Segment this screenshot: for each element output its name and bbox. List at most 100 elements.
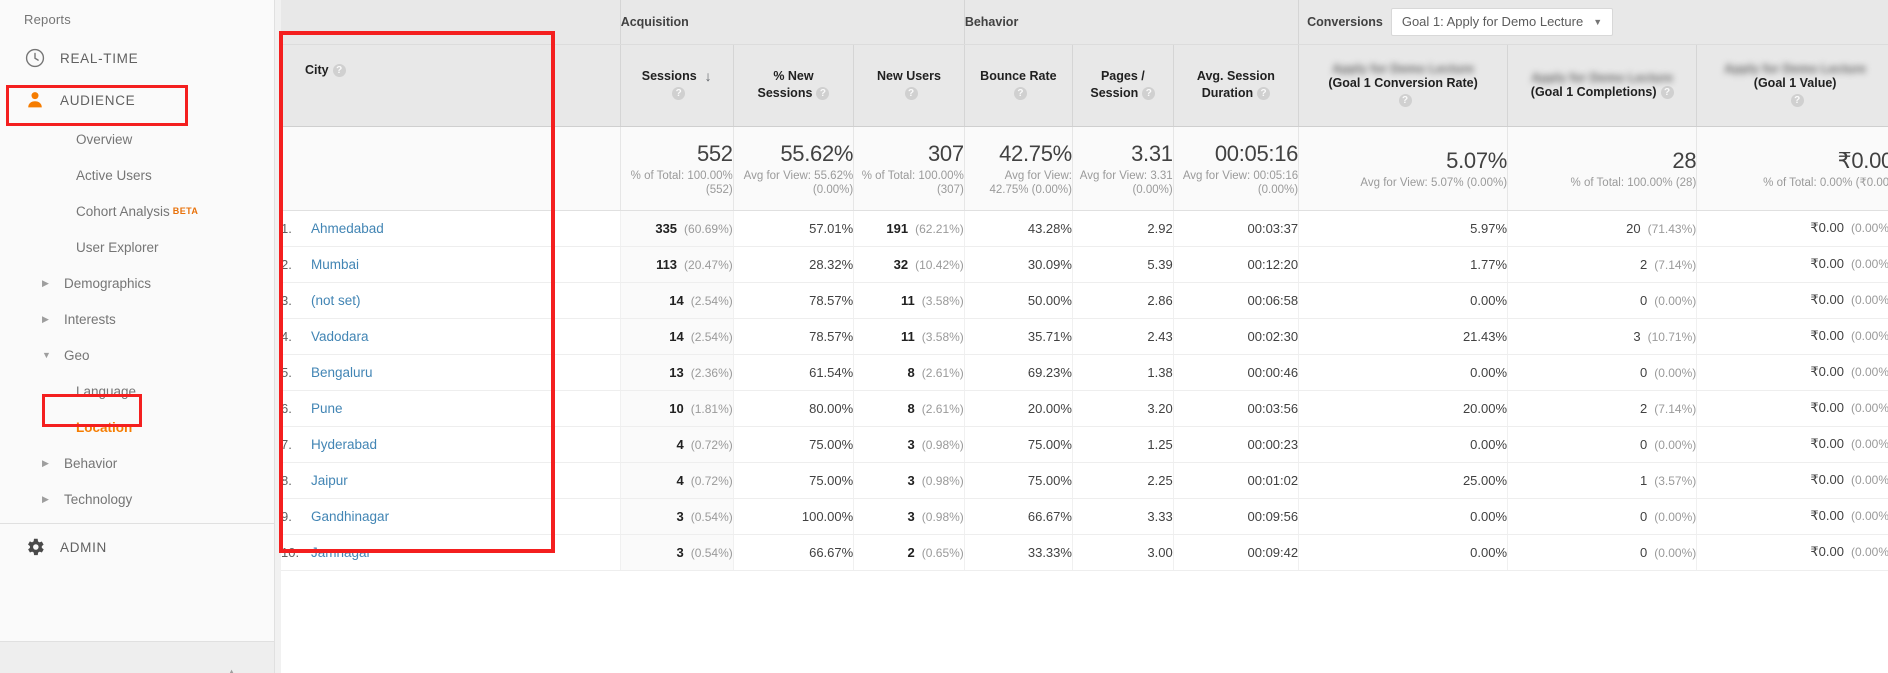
sidebar-item-location[interactable]: Location (0, 409, 274, 445)
summary-sub-pct-new-sessions: Avg for View: 55.62% (0.00%) (743, 169, 854, 196)
summary-sessions: 552 % of Total: 100.00% (552) (620, 126, 734, 211)
sidebar-item-admin[interactable]: ADMIN (0, 524, 274, 570)
table-scroll-gutter[interactable] (275, 0, 281, 673)
sidebar-item-language[interactable]: Language (0, 373, 274, 409)
row-rank: 7. (281, 436, 292, 452)
help-icon[interactable]: ? (1257, 87, 1271, 101)
summary-avg-session-duration: 00:05:16 Avg for View: 00:05:16 (0.00%) (1173, 126, 1300, 211)
table-row[interactable]: 7. Hyderabad 4 (0.72%) 75.00% 3 (0.98%) 75.00% 1… (281, 426, 1888, 463)
chevron-right-icon[interactable]: ▶ (42, 314, 64, 324)
help-icon[interactable]: ? (672, 87, 686, 101)
city-link[interactable]: Mumbai (311, 257, 359, 272)
chevron-right-icon[interactable]: ▶ (42, 278, 64, 288)
help-icon[interactable]: ? (1660, 85, 1674, 99)
sidebar-item-label-audience: AUDIENCE (60, 92, 136, 108)
sidebar-item-demographics[interactable]: ▶ Demographics (0, 265, 274, 301)
cell-goal-completions: 0 (0.00%) (1507, 534, 1698, 571)
cell-pct-new-sessions: 61.54% (733, 354, 855, 391)
city-link[interactable]: Hyderabad (311, 437, 377, 452)
column-header-goal-conversion-rate[interactable]: Apply for Demo Lecture (Goal 1 Conversio… (1298, 44, 1509, 127)
city-link[interactable]: Ahmedabad (311, 221, 384, 236)
sidebar-item-active-users[interactable]: Active Users (0, 157, 274, 193)
cell-new-users: 3 (0.98%) (853, 498, 965, 535)
group-header-behavior: Behavior (964, 0, 1300, 45)
sidebar-item-real-time[interactable]: REAL-TIME (0, 37, 274, 79)
city-link[interactable]: Vadodara (311, 329, 369, 344)
sidebar-item-interests[interactable]: ▶ Interests (0, 301, 274, 337)
sidebar-item-user-explorer[interactable]: User Explorer (0, 229, 274, 265)
column-header-avg-session-duration[interactable]: Avg. Session Duration? (1173, 44, 1300, 127)
analytics-report-page: Reports REAL-TIME AUDIENCE Overview Acti… (0, 0, 1888, 673)
table-row[interactable]: 1. Ahmedabad 335 (60.69%) 57.01% 191 (62.21%) 4… (281, 210, 1888, 247)
table-row[interactable]: 8. Jaipur 4 (0.72%) 75.00% 3 (0.98%) 75.00% 2.25… (281, 462, 1888, 499)
sort-descending-icon[interactable]: ↓ (705, 68, 712, 85)
cell-bounce-rate: 66.67% (964, 498, 1073, 535)
column-header-pct-new-sessions[interactable]: % New Sessions? (733, 44, 855, 127)
chevron-down-icon[interactable]: ▼ (42, 350, 64, 360)
cell-bounce-rate: 35.71% (964, 318, 1073, 355)
column-header-new-users[interactable]: New Users ? (853, 44, 965, 127)
summary-value-pages-per-session: 3.31 (1131, 140, 1173, 166)
summary-goal-value: ₹0.00 % of Total: 0.00% (₹0.00) (1696, 126, 1888, 211)
city-link[interactable]: Gandhinagar (311, 509, 389, 524)
column-header-goal-value[interactable]: Apply for Demo Lecture (Goal 1 Value) ? (1696, 44, 1888, 127)
help-icon[interactable]: ? (1142, 87, 1156, 101)
table-row[interactable]: 4. Vadodara 14 (2.54%) 78.57% 11 (3.58%) 35.71%… (281, 318, 1888, 355)
help-icon[interactable]: ? (904, 87, 918, 101)
help-icon[interactable]: ? (816, 87, 830, 101)
chevron-up-icon[interactable]: ▲ (226, 667, 237, 673)
city-link[interactable]: Bengaluru (311, 365, 373, 380)
sidebar-item-overview[interactable]: Overview (0, 121, 274, 157)
column-header-city[interactable]: City? (281, 44, 621, 127)
goal-selector-value: Goal 1: Apply for Demo Lecture (1401, 14, 1584, 30)
summary-value-goal-conversion-rate: 5.07% (1446, 147, 1508, 173)
city-link[interactable]: Jaipur (311, 473, 348, 488)
column-header-pages-per-session[interactable]: Pages / Session? (1072, 44, 1174, 127)
cell-goal-conversion-rate: 0.00% (1298, 354, 1509, 391)
table-row[interactable]: 5. Bengaluru 13 (2.36%) 61.54% 8 (2.61%) 69.23%… (281, 354, 1888, 391)
column-header-goal-completions[interactable]: Apply for Demo Lecture (Goal 1 Completio… (1507, 44, 1698, 127)
row-rank: 9. (281, 508, 292, 524)
cell-bounce-rate: 75.00% (964, 462, 1073, 499)
column-header-sessions[interactable]: Sessions ↓ ? (620, 44, 734, 127)
cell-goal-value: ₹0.00(0.00%) (1696, 318, 1888, 355)
sidebar-item-label-cohort-analysis: Cohort Analysis (76, 203, 170, 219)
help-icon[interactable]: ? (1790, 94, 1804, 108)
sidebar-item-behavior[interactable]: ▶ Behavior (0, 445, 274, 481)
city-link[interactable]: Jamnagar (311, 545, 371, 560)
cell-bounce-rate: 33.33% (964, 534, 1073, 571)
summary-goal-conversion-rate: 5.07% Avg for View: 5.07% (0.00%) (1298, 126, 1509, 211)
cell-pct-new-sessions: 75.00% (733, 462, 855, 499)
chevron-right-icon[interactable]: ▶ (42, 458, 64, 468)
goal-name-blurred-text: Apply for Demo Lecture (1531, 70, 1673, 84)
sidebar-item-audience[interactable]: AUDIENCE (0, 79, 274, 121)
table-row[interactable]: 9. Gandhinagar 3 (0.54%) 100.00% 3 (0.98%) 66.6… (281, 498, 1888, 535)
row-rank: 5. (281, 364, 292, 380)
column-header-bounce-rate[interactable]: Bounce Rate ? (964, 44, 1073, 127)
cell-new-users: 3 (0.98%) (853, 462, 965, 499)
column-header-label-new-users: New Users (877, 69, 941, 83)
summary-pages-per-session: 3.31 Avg for View: 3.31 (0.00%) (1072, 126, 1174, 211)
help-icon[interactable]: ? (1398, 94, 1412, 108)
sidebar-item-cohort-analysis[interactable]: Cohort Analysis BETA (0, 193, 274, 229)
sidebar-item-label-behavior: Behavior (64, 455, 118, 471)
gear-icon (18, 536, 52, 558)
cell-city: 10. Jamnagar (281, 534, 621, 571)
goal-selector-dropdown[interactable]: Goal 1: Apply for Demo Lecture ▼ (1390, 7, 1614, 36)
table-row[interactable]: 6. Pune 10 (1.81%) 80.00% 8 (2.61%) 20.00% 3.20 0… (281, 390, 1888, 427)
table-row[interactable]: 2. Mumbai 113 (20.47%) 28.32% 32 (10.42%) 30.09… (281, 246, 1888, 283)
city-link[interactable]: (not set) (311, 293, 361, 308)
table-row[interactable]: 3. (not set) 14 (2.54%) 78.57% 11 (3.58%) 50.00… (281, 282, 1888, 319)
cell-pages-per-session: 1.25 (1072, 426, 1174, 463)
table-row[interactable]: 10. Jamnagar 3 (0.54%) 66.67% 2 (0.65%) 33.33% 3… (281, 534, 1888, 571)
summary-sub-avg-session-duration: Avg for View: 00:05:16 (0.00%) (1182, 169, 1299, 196)
chevron-right-icon[interactable]: ▶ (42, 494, 64, 504)
summary-value-goal-value: ₹0.00 (1837, 147, 1888, 173)
help-icon[interactable]: ? (332, 63, 346, 77)
sidebar-item-technology[interactable]: ▶ Technology (0, 481, 274, 517)
city-link[interactable]: Pune (311, 401, 343, 416)
help-icon[interactable]: ? (1013, 87, 1027, 101)
goal-name-blurred-text: Apply for Demo Lecture (1724, 62, 1866, 75)
table-group-header-row: Acquisition Behavior Conversions Goal 1:… (281, 0, 1888, 45)
sidebar-item-geo[interactable]: ▼ Geo (0, 337, 274, 373)
